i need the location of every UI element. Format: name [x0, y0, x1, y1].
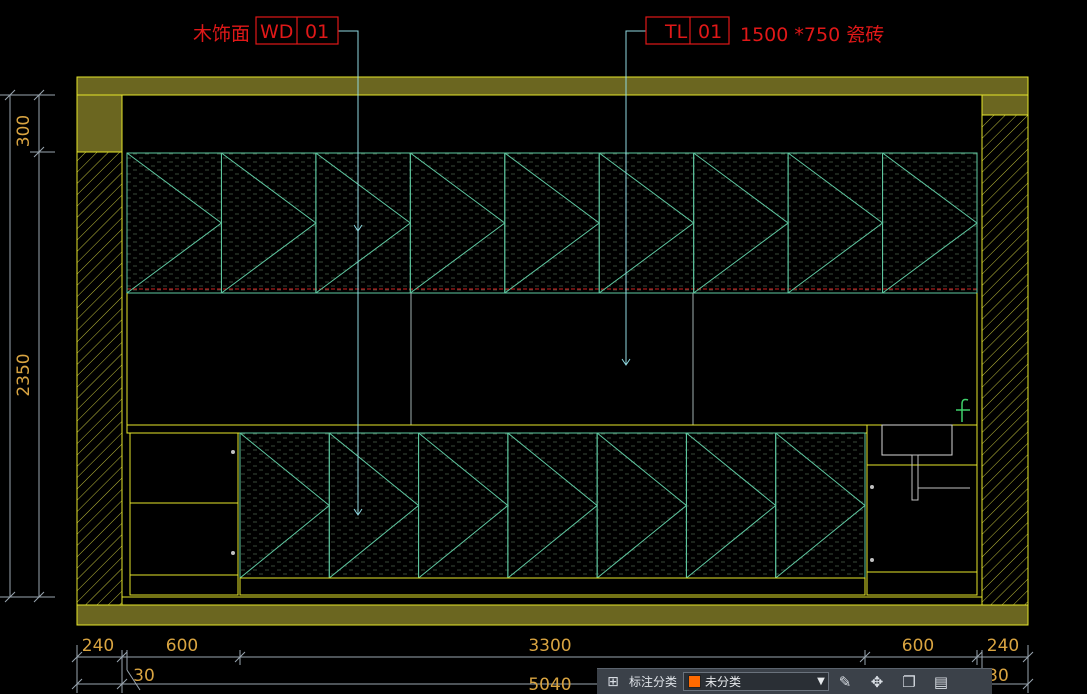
ceiling-slab — [76, 76, 1029, 153]
category-color-swatch — [688, 675, 702, 688]
dim-vertical-300: 300 — [14, 115, 34, 147]
cad-drawing-canvas[interactable]: 木饰面 WD 01 TL 01 1500 *750 瓷砖 300 2350 24… — [0, 0, 1087, 693]
edit-icon[interactable]: ✎ — [829, 669, 861, 694]
move-icon[interactable]: ✥ — [861, 669, 893, 694]
left-wall — [76, 151, 123, 606]
dim-240-right: 240 — [987, 636, 1019, 656]
floor-slab — [76, 596, 1029, 626]
category-select[interactable]: 未分类 ▼ — [683, 672, 830, 691]
dim-30-left: 30 — [133, 666, 155, 686]
category-select-value: 未分类 — [705, 675, 742, 689]
dim-600-right: 600 — [902, 636, 934, 656]
dim-5040: 5040 — [528, 675, 571, 693]
grid-icon[interactable]: ⊞ — [597, 669, 629, 694]
category-label: 标注分类 — [629, 675, 678, 689]
lower-cabinets — [126, 424, 978, 596]
paste-icon[interactable]: ▤ — [925, 669, 957, 694]
tile-code: TL — [664, 21, 688, 43]
annotation-category-toolbar: ⊞ 标注分类 未分类 ▼ ✎ ✥ ❐ ▤ — [597, 668, 992, 694]
copy-icon[interactable]: ❐ — [893, 669, 925, 694]
faucet-icon — [956, 398, 970, 422]
right-wall — [981, 114, 1029, 606]
backsplash-area — [126, 293, 978, 426]
wood-desc: 木饰面 — [193, 23, 250, 45]
dim-vertical-2350: 2350 — [14, 353, 34, 396]
dim-240-left: 240 — [82, 636, 114, 656]
chevron-down-icon: ▼ — [817, 676, 825, 687]
dim-600-left: 600 — [166, 636, 198, 656]
annotation-wood-panel[interactable]: 木饰面 WD 01 — [193, 16, 339, 45]
tile-desc: 1500 *750 瓷砖 — [740, 24, 884, 46]
upper-cabinets — [126, 152, 978, 294]
wood-num: 01 — [305, 21, 329, 43]
vertical-dimensions — [0, 89, 55, 603]
annotation-tile[interactable]: TL 01 1500 *750 瓷砖 — [645, 16, 884, 46]
wood-code: WD — [260, 21, 293, 43]
tile-num: 01 — [698, 21, 722, 43]
dim-3300: 3300 — [528, 636, 571, 656]
